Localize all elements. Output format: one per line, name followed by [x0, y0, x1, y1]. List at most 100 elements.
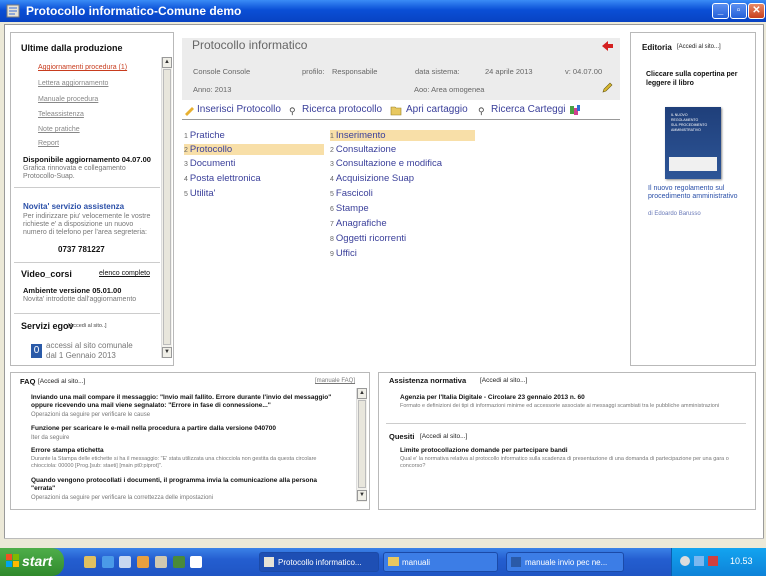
maximize-button[interactable]: ▫	[730, 3, 747, 19]
faq-item-title[interactable]: Quando vengono protocollati i documenti,…	[31, 477, 339, 493]
menu-num: 3	[184, 161, 188, 168]
menu-item-utilita[interactable]: 5 Utilita'	[184, 188, 215, 199]
access-text-2: dal 1 Gennaio 2013	[46, 351, 116, 360]
network-icon[interactable]	[694, 556, 704, 566]
submenu-item-acquisizione-suap[interactable]: 4 Acquisizione Suap	[330, 173, 414, 184]
scroll-up-icon[interactable]: ▲	[357, 388, 367, 399]
cover-instruction: Cliccare sulla copertina per leggere il …	[646, 71, 738, 87]
scroll-down-icon[interactable]: ▼	[162, 347, 172, 358]
divider	[14, 313, 160, 314]
assistenza-panel	[378, 372, 756, 510]
menu-num: 5	[184, 191, 188, 198]
quicklaunch-icon-5[interactable]	[155, 556, 167, 568]
scroll-thumb[interactable]	[163, 69, 171, 345]
toolbar-search-protocol[interactable]: Ricerca protocollo	[302, 104, 382, 115]
task-protocollo[interactable]: Protocollo informatico...	[259, 552, 379, 572]
access-counter: 0	[31, 344, 42, 358]
submenu-label: Stampe	[335, 203, 369, 214]
quicklaunch-icon-4[interactable]	[137, 556, 149, 568]
task-manuale-pec[interactable]: manuale invio pec ne...	[506, 552, 624, 572]
start-button[interactable]: start	[0, 548, 64, 576]
faq-item-title[interactable]: Errore stampa etichetta	[31, 447, 339, 455]
quicklaunch-icon[interactable]	[84, 556, 96, 568]
submenu-item-consultazione[interactable]: 2 Consultazione	[330, 144, 396, 155]
egov-link[interactable]: [Accedi al sito..]	[68, 323, 107, 329]
link-manuale-procedura[interactable]: Manuale procedura	[38, 96, 98, 103]
date-value: 24 aprile 2013	[485, 67, 533, 76]
link-aggiornamenti[interactable]: Aggiornamenti procedura (1)	[38, 64, 127, 71]
book-cover-line: REGOLAMENTO	[671, 118, 699, 122]
clock: 10.53	[730, 556, 753, 566]
submenu-item-consultazione-modifica[interactable]: 3 Consultazione e modifica	[330, 158, 442, 169]
ie-icon[interactable]	[102, 556, 114, 568]
quicklaunch-icon-3[interactable]	[119, 556, 131, 568]
close-button[interactable]: ✕	[748, 3, 765, 19]
submenu-item-anagrafiche[interactable]: 7 Anagrafiche	[330, 218, 387, 229]
faq-item-text: Operazioni da seguire per verificare le …	[31, 412, 151, 418]
left-panel-scrollbar[interactable]: ▲ ▼	[161, 57, 172, 358]
submenu-item-oggetti-ricorrenti[interactable]: 8 Oggetti ricorrenti	[330, 233, 406, 244]
menu-num: 4	[184, 176, 188, 183]
tray-icon[interactable]	[680, 556, 690, 566]
submenu-num: 5	[330, 191, 334, 198]
quicklaunch-icon-7[interactable]	[190, 556, 202, 568]
menu-label: Documenti	[189, 158, 236, 169]
scroll-down-icon[interactable]: ▼	[357, 490, 367, 501]
scroll-thumb[interactable]	[358, 400, 366, 488]
task-manuali[interactable]: manuali	[383, 552, 498, 572]
menu-item-protocollo[interactable]: 2 Protocollo	[184, 144, 324, 155]
divider	[14, 187, 160, 188]
folder-icon	[390, 106, 402, 116]
access-text-1: accessi al sito comunale	[46, 341, 133, 350]
submenu-item-stampe[interactable]: 6 Stampe	[330, 203, 369, 214]
link-lettera-aggiornamento[interactable]: Lettera aggiornamento	[38, 80, 108, 87]
submenu-item-fascicoli[interactable]: 5 Fascicoli	[330, 188, 373, 199]
assist-text-3: numero di telefono per l'area segreteria…	[23, 229, 147, 236]
book-cover[interactable]: IL NUOVO REGOLAMENTO SUL PROCEDIMENTO AM…	[665, 107, 721, 179]
assistenza-item-text: Formato e definizioni dei tipi di inform…	[400, 403, 720, 409]
faq-scrollbar[interactable]: ▲ ▼	[356, 388, 367, 502]
quicklaunch-icon-6[interactable]	[173, 556, 185, 568]
menu-item-pratiche[interactable]: 1 Pratiche	[184, 130, 225, 141]
submenu-label: Anagrafiche	[335, 218, 387, 229]
toolbar-open-folder[interactable]: Apri cartaggio	[406, 104, 468, 115]
menu-item-documenti[interactable]: 3 Documenti	[184, 158, 235, 169]
faq-item-title[interactable]: Inviando una mail compare il messaggio: …	[31, 394, 339, 410]
menu-label: Protocollo	[189, 144, 233, 155]
scroll-up-icon[interactable]: ▲	[162, 57, 172, 68]
minimize-button[interactable]: _	[712, 3, 729, 19]
faq-link[interactable]: [Accedi al sito...]	[38, 378, 85, 385]
faq-item-title[interactable]: Funzione per scaricare le e-mail nella p…	[31, 425, 339, 433]
toolbar-search-folders[interactable]: Ricerca Carteggi	[491, 104, 565, 115]
editoria-link[interactable]: [Accedi al sito...]	[677, 44, 721, 50]
profile-value: Responsabile	[332, 67, 378, 76]
book-title[interactable]: Il nuovo regolamento sul procedimento am…	[648, 185, 752, 201]
window-titlebar[interactable]: Protocollo informatico-Comune demo _ ▫ ✕	[0, 0, 766, 22]
assistenza-link[interactable]: [Accedi al sito...]	[480, 377, 527, 384]
faq-manual-link[interactable]: [manuale FAQ]	[315, 378, 355, 384]
quesiti-link[interactable]: [Accedi al sito...]	[420, 433, 467, 440]
task-label: manuale invio pec ne...	[525, 558, 608, 567]
video-list-link[interactable]: elenco completo	[99, 270, 150, 277]
menu-label: Utilita'	[189, 188, 216, 199]
toolbar-insert-protocol[interactable]: Inserisci Protocollo	[197, 104, 281, 115]
window-title: Protocollo informatico-Comune demo	[26, 4, 242, 18]
update-text-2: Protocollo-Suap.	[23, 173, 75, 180]
assistenza-item-title[interactable]: Agenzia per l'Italia Digitale - Circolar…	[400, 394, 740, 402]
link-note-pratiche[interactable]: Note pratiche	[38, 126, 80, 133]
submenu-item-uffici[interactable]: 9 Uffici	[330, 248, 357, 259]
link-report[interactable]: Report	[38, 140, 59, 147]
assist-title: Novita' servizio assistenza	[23, 202, 125, 211]
pencil-icon[interactable]	[601, 82, 613, 94]
aoo-label: Aoo: Area omogenea	[414, 85, 485, 94]
security-icon[interactable]	[708, 556, 718, 566]
egov-title: Servizi egov	[21, 321, 74, 331]
quesito-title[interactable]: Limite protocollazione domande per parte…	[400, 447, 740, 455]
menu-item-posta-elettronica[interactable]: 4 Posta elettronica	[184, 173, 261, 184]
year-label: Anno: 2013	[193, 85, 232, 94]
users-icon	[570, 105, 580, 115]
menu-num: 1	[184, 133, 188, 140]
link-teleassistenza[interactable]: Teleassistenza	[38, 111, 84, 118]
submenu-item-inserimento[interactable]: 1 Inserimento	[330, 130, 475, 141]
back-arrow-icon[interactable]	[601, 40, 614, 52]
